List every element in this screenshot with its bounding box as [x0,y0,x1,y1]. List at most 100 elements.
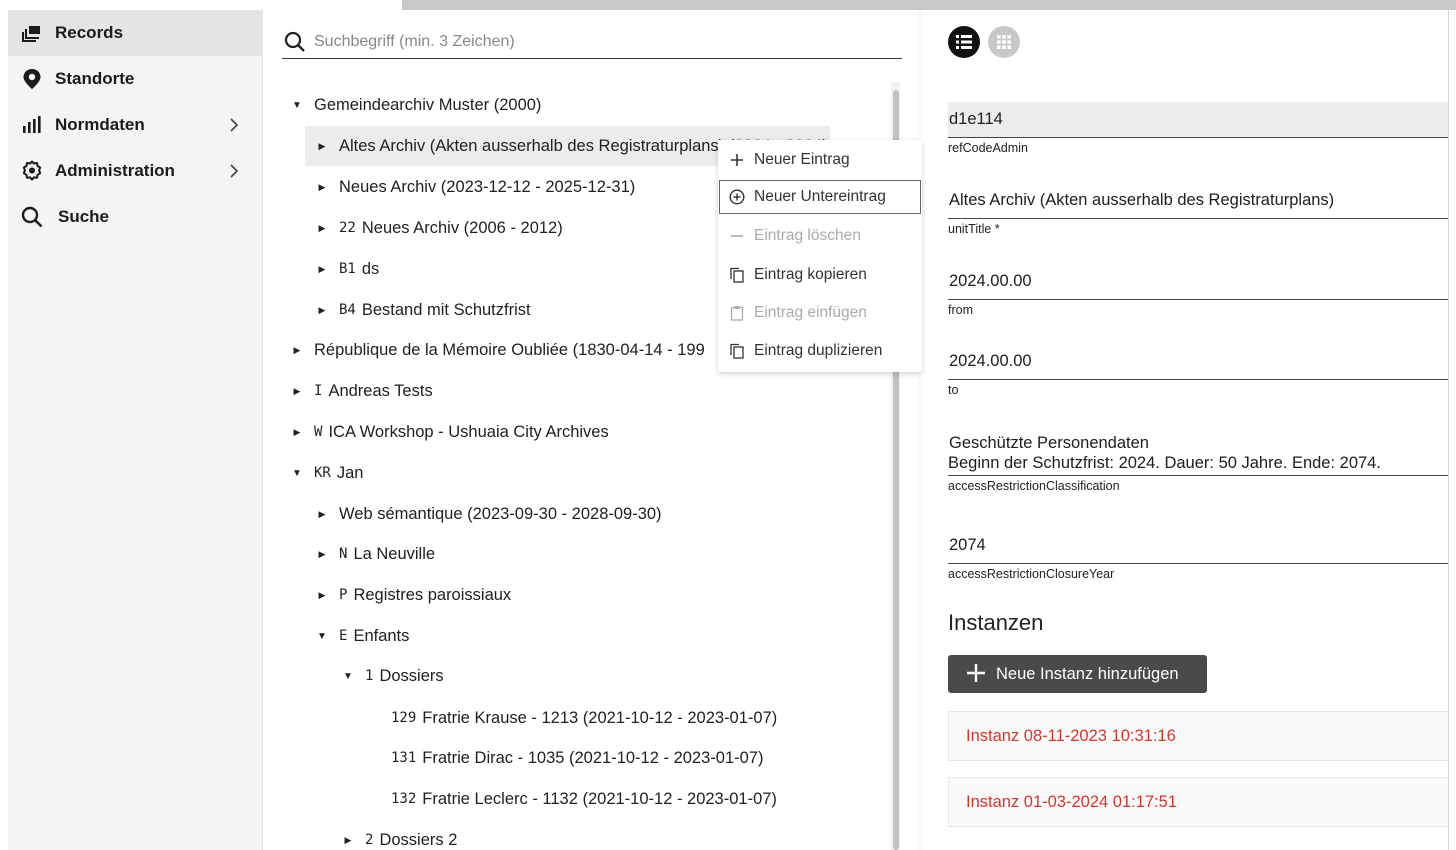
field-closure-year: 2074 accessRestrictionClosureYear [948,528,1456,581]
unittitle-input[interactable]: Altes Archiv (Akten ausserhalb des Regis… [948,183,1456,219]
caret-right-icon[interactable]: ▶ [313,586,331,604]
tree-node[interactable]: ▼ Gemeindearchiv Muster (2000) [288,90,541,120]
tree-node-label: Enfants [353,626,410,645]
gear-icon [20,159,44,183]
tree-node-label: Registres paroissiaux [353,585,512,604]
grid-view-icon [997,35,1011,49]
list-view-button[interactable] [948,26,980,58]
copy-icon [728,266,746,284]
menu-item-new-subentry[interactable]: Neuer Untereintrag [719,180,921,214]
refcodeadmin-value[interactable]: d1e114 [948,102,1456,138]
tree-node-label: Jan [336,463,364,482]
search-bar [282,26,902,59]
tree-node-label: Andreas Tests [328,381,433,400]
instance-item[interactable]: Instanz 08-11-2023 10:31:16 [948,711,1456,761]
caret-right-icon[interactable]: ▶ [313,260,331,278]
tree-node[interactable]: ▼ KR Jan [288,458,363,488]
caret-right-icon[interactable]: ▶ [313,301,331,319]
records-icon [20,21,44,45]
menu-item-label: Eintrag kopieren [754,266,867,283]
caret-right-icon[interactable]: ▶ [288,341,306,359]
search-input[interactable] [314,33,874,51]
field-label: unitTitle * [948,222,1000,236]
tree-node[interactable]: ▶ Neues Archiv (2023-12-12 - 2025-12-31) [313,172,636,202]
tree-node-code: 2 [365,832,374,848]
protection-period-text: Beginn der Schutzfrist: 2024. Dauer: 50 … [948,454,1456,476]
tree-node[interactable]: ▶ République de la Mémoire Oubliée (1830-… [288,335,705,365]
closure-year-input[interactable]: 2074 [948,528,1456,564]
field-label: to [948,383,959,397]
caret-right-icon[interactable]: ▶ [288,382,306,400]
menu-item-label: Neuer Untereintrag [754,188,886,205]
tree-node-code: KR [314,465,331,481]
caret-down-icon[interactable]: ▼ [288,464,306,482]
tree-node[interactable]: ▶129Fratrie Krause - 1213 (2021-10-12 - … [365,703,777,733]
menu-item-label: Eintrag löschen [754,227,861,244]
add-instance-label: Neue Instanz hinzufügen [996,664,1179,683]
from-input[interactable]: 2024.00.00 [948,264,1456,300]
tree-node-code: W [314,424,323,440]
caret-right-icon[interactable]: ▶ [313,137,331,155]
to-input[interactable]: 2024.00.00 [948,344,1456,380]
caret-right-icon[interactable]: ▶ [288,423,306,441]
tree-node[interactable]: ▶ P Registres paroissiaux [313,580,512,610]
tree-node[interactable]: ▶ 22 Neues Archiv (2006 - 2012) [313,213,563,243]
tree-node[interactable]: ▶ I Andreas Tests [288,376,433,406]
caret-right-icon[interactable]: ▶ [313,178,331,196]
tree-node-label: Dossiers 2 [379,830,458,849]
caret-right-icon[interactable]: ▶ [313,505,331,523]
caret-right-icon[interactable]: ▶ [313,545,331,563]
sidebar-item-standorte[interactable]: Standorte [8,56,262,102]
tree-node[interactable]: ▶132Fratrie Leclerc - 1132 (2021-10-12 -… [365,784,777,814]
sidebar-item-normdaten[interactable]: Normdaten [8,102,262,148]
tree-node[interactable]: ▶ B1 ds [313,254,380,284]
tree-node[interactable]: ▶ N La Neuville [313,539,436,569]
tree-node[interactable]: ▶ B4 Bestand mit Schutzfrist [313,295,531,325]
instance-item[interactable]: Instanz 01-03-2024 01:17:51 [948,777,1456,827]
tree-node-label: Gemeindearchiv Muster (2000) [314,95,542,114]
tree-node[interactable]: ▶131Fratrie Dirac - 1035 (2021-10-12 - 2… [365,743,763,773]
menu-item-new-entry[interactable]: Neuer Eintrag [720,143,920,177]
tree-node[interactable]: ▶ Web sémantique (2023-09-30 - 2028-09-30… [313,499,662,529]
tree-node-code: 131 [391,750,417,766]
tree-node[interactable]: ▶ 2 Dossiers 2 [339,825,458,850]
tree-node[interactable]: ▼ 1 Dossiers [339,661,444,691]
menu-item-copy-entry[interactable]: Eintrag kopieren [720,258,920,292]
field-label: accessRestrictionClassification [948,479,1120,493]
tree-node-code: 1 [365,668,374,684]
menu-item-paste-entry[interactable]: Eintrag einfügen [720,296,920,330]
sidebar-item-administration[interactable]: Administration [8,148,262,194]
add-circle-icon [728,188,746,206]
sidebar-item-label: Normdaten [55,115,145,134]
tree-node[interactable]: ▼ E Enfants [313,621,409,651]
caret-down-icon[interactable]: ▼ [288,96,306,114]
add-instance-button[interactable]: Neue Instanz hinzufügen [948,655,1207,693]
tree-node-label: ICA Workshop - Ushuaia City Archives [328,422,609,441]
tree-node-label: Neues Archiv (2023-12-12 - 2025-12-31) [339,177,636,196]
caret-down-icon[interactable]: ▼ [313,627,331,645]
caret-down-icon[interactable]: ▼ [339,667,357,685]
sidebar-item-label: Administration [55,161,175,180]
tree-node-label: ds [361,259,380,278]
caret-right-icon[interactable]: ▶ [339,831,357,849]
caret-right-icon[interactable]: ▶ [313,219,331,237]
field-access-restriction-classification: Geschützte Personendaten Beginn der Schu… [948,425,1456,493]
tree-node-label: Web sémantique (2023-09-30 - 2028-09-30) [339,504,662,523]
tree-node[interactable]: ▶ W ICA Workshop - Ushuaia City Archives [288,417,609,447]
tree-node-label: Bestand mit Schutzfrist [361,300,531,319]
tree-node-code: N [339,546,348,562]
sidebar-item-suche[interactable]: Suche [8,194,262,240]
menu-item-delete-entry[interactable]: Eintrag löschen [720,219,920,253]
tree-node-label: Fratrie Krause - 1213 (2021-10-12 - 2023… [422,708,778,727]
menu-item-duplicate-entry[interactable]: Eintrag duplizieren [720,334,920,368]
grid-view-button[interactable] [988,26,1020,58]
tree-node-code: B1 [339,261,356,277]
tree-node-label: Fratrie Dirac - 1035 (2021-10-12 - 2023-… [422,748,764,767]
menu-item-label: Eintrag duplizieren [754,342,883,359]
sidebar-item-records[interactable]: Records [8,10,262,56]
plus-icon [728,151,746,169]
tree-node-code: 22 [339,220,356,236]
search-icon [20,205,44,229]
chevron-right-icon [230,118,239,132]
field-label: refCodeAdmin [948,141,1028,155]
